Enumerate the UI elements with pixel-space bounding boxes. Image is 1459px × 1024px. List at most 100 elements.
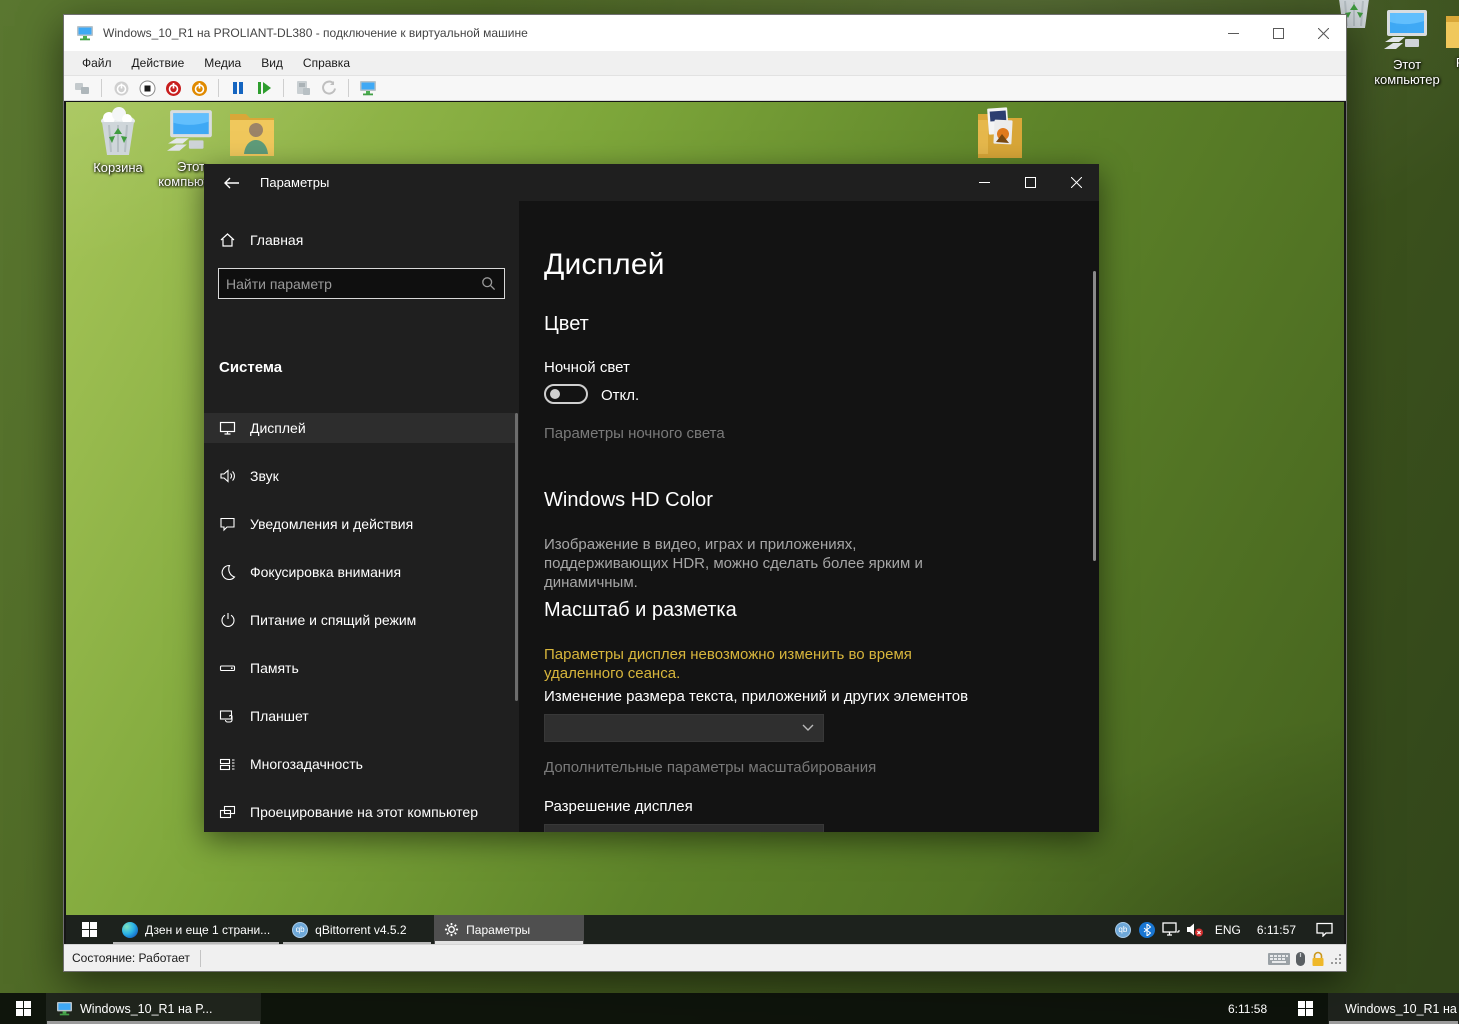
resolution-dropdown[interactable] bbox=[544, 824, 824, 832]
night-light-settings-link[interactable]: Параметры ночного света bbox=[544, 425, 725, 442]
this-pc-icon bbox=[1381, 8, 1433, 54]
guest-recycle-bin-label: Корзина bbox=[93, 160, 143, 175]
tablet-icon bbox=[219, 708, 236, 725]
main-scrollbar[interactable] bbox=[1093, 271, 1096, 561]
stop-vm-button[interactable] bbox=[137, 78, 157, 98]
vm-maximize-button[interactable] bbox=[1256, 15, 1301, 51]
revert-checkpoint-button[interactable] bbox=[319, 78, 339, 98]
hyperv-vm-icon bbox=[76, 25, 94, 41]
ctrl-alt-del-button[interactable] bbox=[72, 78, 92, 98]
host-clock[interactable]: 6:11:58 bbox=[1228, 993, 1267, 1024]
vm-titlebar[interactable]: Windows_10_R1 на PROLIANT-DL380 - подклю… bbox=[64, 15, 1346, 51]
menu-media[interactable]: Медиа bbox=[194, 52, 251, 74]
night-light-toggle[interactable] bbox=[544, 384, 588, 404]
close-icon bbox=[1071, 177, 1082, 188]
taskbar-qbittorrent-button[interactable]: qb qBittorrent v4.5.2 bbox=[282, 915, 432, 944]
scale-section-header: Масштаб и разметка bbox=[544, 599, 737, 622]
close-icon bbox=[1318, 28, 1329, 39]
tray-clock[interactable]: 6:11:57 bbox=[1249, 923, 1304, 937]
resume-vm-button[interactable] bbox=[254, 78, 274, 98]
sidebar-item-multitasking[interactable]: Многозадачность bbox=[204, 749, 516, 779]
settings-main-pane: Дисплей Цвет Ночной свет Откл. Параметры… bbox=[519, 201, 1099, 832]
sidebar-section-header: Система bbox=[219, 359, 282, 376]
color-section-header: Цвет bbox=[544, 313, 589, 336]
taskbar-settings-button[interactable]: Параметры bbox=[434, 915, 584, 944]
settings-close-button[interactable] bbox=[1053, 164, 1099, 201]
host-start-button[interactable] bbox=[0, 993, 46, 1024]
maximize-icon bbox=[1025, 177, 1036, 188]
vm-monitor-icon bbox=[359, 80, 377, 96]
pause-vm-button[interactable] bbox=[228, 78, 248, 98]
night-light-label: Ночной свет bbox=[544, 359, 630, 376]
tray-bluetooth-icon[interactable] bbox=[1135, 915, 1159, 944]
save-vm-button[interactable] bbox=[293, 78, 313, 98]
tray-language-indicator[interactable]: ENG bbox=[1207, 923, 1249, 937]
action-center-icon[interactable] bbox=[1304, 915, 1344, 944]
sidebar-item-power-sleep[interactable]: Питание и спящий режим bbox=[204, 605, 516, 635]
stop-icon bbox=[139, 80, 156, 97]
start-vm-button[interactable] bbox=[111, 78, 131, 98]
taskbar-edge-button[interactable]: Дзен и еще 1 страни... bbox=[112, 915, 280, 944]
keys-icon bbox=[74, 81, 90, 95]
sound-icon bbox=[219, 468, 236, 485]
vm-connection-window: Windows_10_R1 на PROLIANT-DL380 - подклю… bbox=[63, 14, 1347, 972]
qbittorrent-icon: qb bbox=[292, 922, 308, 938]
sidebar-item-focus-assist[interactable]: Фокусировка внимания bbox=[204, 557, 516, 587]
moon-icon bbox=[219, 564, 236, 581]
vm-minimize-button[interactable] bbox=[1211, 15, 1256, 51]
search-icon[interactable] bbox=[481, 276, 496, 291]
minimize-icon bbox=[979, 177, 990, 188]
windows-logo-icon bbox=[1298, 1001, 1313, 1016]
vm-toolbar bbox=[64, 75, 1346, 101]
settings-searchbox bbox=[218, 268, 505, 299]
guest-recycle-bin-icon[interactable]: Корзина bbox=[78, 107, 158, 175]
scale-dropdown[interactable] bbox=[544, 714, 824, 742]
shutdown-vm-button[interactable] bbox=[189, 78, 209, 98]
save-disabled-icon bbox=[295, 80, 311, 96]
advanced-scaling-link[interactable]: Дополнительные параметры масштабирования bbox=[544, 759, 876, 776]
resize-grip[interactable] bbox=[1330, 953, 1342, 965]
tray-network-icon[interactable] bbox=[1159, 915, 1183, 944]
settings-sidebar: Главная Система Дисплей bbox=[204, 201, 519, 832]
sidebar-item-display[interactable]: Дисплей bbox=[204, 413, 516, 443]
vm-menubar: Файл Действие Медиа Вид Справка bbox=[64, 51, 1346, 75]
guest-pictures-folder-icon[interactable] bbox=[974, 104, 1026, 160]
sidebar-item-tablet[interactable]: Планшет bbox=[204, 701, 516, 731]
tray-volume-muted-icon[interactable] bbox=[1183, 915, 1207, 944]
sidebar-item-sound[interactable]: Звук bbox=[204, 461, 516, 491]
tray-qbittorrent-icon[interactable]: qb bbox=[1111, 915, 1135, 944]
sidebar-scrollbar[interactable] bbox=[515, 413, 518, 701]
checkpoint-button[interactable] bbox=[358, 78, 378, 98]
settings-maximize-button[interactable] bbox=[1007, 164, 1053, 201]
remote-session-warning: Параметры дисплея невозможно изменить во… bbox=[544, 645, 984, 683]
host-this-pc-icon[interactable]: Этот компьютер bbox=[1374, 8, 1440, 87]
menu-file[interactable]: Файл bbox=[72, 52, 122, 74]
menu-help[interactable]: Справка bbox=[293, 52, 360, 74]
vm-close-button[interactable] bbox=[1301, 15, 1346, 51]
host-taskbar-vm-button-monitor2[interactable]: Windows_10_R1 на P... bbox=[1328, 993, 1459, 1024]
search-input[interactable] bbox=[219, 276, 481, 292]
menu-action[interactable]: Действие bbox=[122, 52, 195, 74]
host-start-button-monitor2[interactable] bbox=[1282, 993, 1328, 1024]
guest-start-button[interactable] bbox=[66, 915, 112, 944]
menu-view[interactable]: Вид bbox=[251, 52, 293, 74]
settings-titlebar[interactable]: Параметры bbox=[204, 164, 1099, 201]
sidebar-item-notifications[interactable]: Уведомления и действия bbox=[204, 509, 516, 539]
sidebar-item-projecting[interactable]: Проецирование на этот компьютер bbox=[204, 797, 516, 827]
host-taskbar-vm-button[interactable]: Windows_10_R1 на P... bbox=[46, 993, 261, 1024]
vm-window-title: Windows_10_R1 на PROLIANT-DL380 - подклю… bbox=[103, 26, 528, 40]
resolution-label: Разрешение дисплея bbox=[544, 798, 693, 815]
settings-minimize-button[interactable] bbox=[961, 164, 1007, 201]
page-title: Дисплей bbox=[544, 248, 665, 282]
turn-off-vm-button[interactable] bbox=[163, 78, 183, 98]
host-user-folder-icon[interactable]: Ром bbox=[1438, 8, 1459, 70]
sidebar-item-home[interactable]: Главная bbox=[204, 225, 519, 255]
back-button[interactable] bbox=[216, 171, 246, 195]
toolbar-separator bbox=[348, 79, 349, 97]
guest-user-folder-icon[interactable] bbox=[226, 106, 278, 158]
hyperv-vm-icon bbox=[56, 1001, 73, 1016]
back-arrow-icon bbox=[223, 176, 240, 190]
guest-taskbar: Дзен и еще 1 страни... qb qBittorrent v4… bbox=[66, 915, 1344, 944]
user-folder-icon bbox=[226, 106, 278, 158]
sidebar-item-storage[interactable]: Память bbox=[204, 653, 516, 683]
